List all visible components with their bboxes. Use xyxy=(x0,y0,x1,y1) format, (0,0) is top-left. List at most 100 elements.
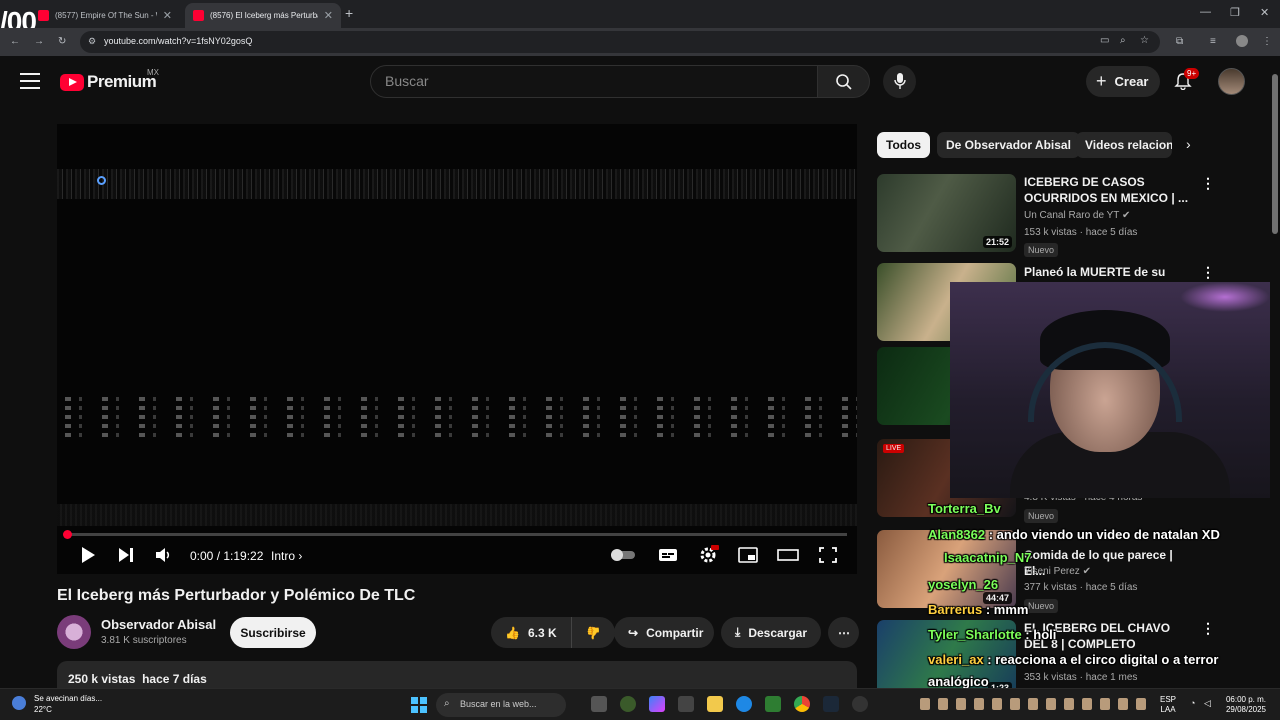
rec-title[interactable]: Planeó la MUERTE de su xyxy=(1024,264,1194,280)
chat-text: holi xyxy=(1033,627,1057,642)
media-icon[interactable]: ≡ xyxy=(1210,36,1216,47)
close-window-icon[interactable]: ✕ xyxy=(1260,6,1269,19)
close-tab-icon[interactable]: ✕ xyxy=(324,9,333,22)
like-button[interactable]: 👍 6.3 K xyxy=(491,617,571,648)
tray-app-icon[interactable] xyxy=(920,698,930,710)
next-icon[interactable] xyxy=(115,545,137,565)
rec-channel[interactable]: Un Canal Raro de YT ✔ xyxy=(1024,210,1130,221)
site-info-icon[interactable]: ⚙ xyxy=(88,36,96,47)
scrollbar-thumb[interactable] xyxy=(1272,74,1278,234)
tray-app-icon[interactable] xyxy=(938,698,948,710)
chrome-icon[interactable] xyxy=(794,696,810,712)
chrome-menu-icon[interactable]: ⋮ xyxy=(1262,36,1272,47)
tray-app-icon[interactable] xyxy=(1136,698,1146,710)
chevron-right-icon[interactable]: › xyxy=(1186,136,1191,152)
volume-icon[interactable] xyxy=(153,545,175,565)
voice-search-button[interactable] xyxy=(883,65,916,98)
tray-app-icon[interactable] xyxy=(1082,698,1092,710)
progress-bar[interactable] xyxy=(67,533,847,536)
close-tab-icon[interactable]: ✕ xyxy=(163,9,172,22)
miniplayer-icon[interactable] xyxy=(737,545,759,565)
more-actions-button[interactable]: ⋯ xyxy=(828,617,859,648)
new-tab-button[interactable]: + xyxy=(345,5,353,21)
logo-text[interactable]: Premium xyxy=(87,72,157,92)
fullscreen-icon[interactable] xyxy=(817,545,839,565)
chapter-button[interactable]: Intro › xyxy=(271,549,302,563)
subscribe-button[interactable]: Suscribirse xyxy=(230,617,316,648)
chip-todos[interactable]: Todos xyxy=(877,132,931,158)
tray-app-icon[interactable] xyxy=(956,698,966,710)
windows-start-icon[interactable] xyxy=(411,697,427,713)
tray-app-icon[interactable] xyxy=(1046,698,1056,710)
player-controls: 0:00 / 1:19:22 Intro › xyxy=(57,540,857,572)
task-view-icon[interactable] xyxy=(591,696,607,712)
cast-icon[interactable]: ▭ xyxy=(1100,35,1109,46)
channel-name[interactable]: Observador Abisal xyxy=(101,617,216,632)
clock[interactable]: 06:00 p. m. 29/08/2025 xyxy=(1222,695,1266,715)
weather-icon[interactable] xyxy=(12,696,26,710)
more-vertical-icon[interactable]: ⋮ xyxy=(1201,264,1215,281)
user-avatar[interactable] xyxy=(1218,68,1245,95)
forward-icon[interactable]: → xyxy=(34,36,44,47)
weather-widget[interactable]: Se avecinan días... 22°C xyxy=(34,693,102,715)
settings-gear-icon[interactable] xyxy=(697,545,719,565)
reload-icon[interactable]: ↻ xyxy=(58,36,66,47)
download-button[interactable]: ⤓ Descargar xyxy=(721,617,821,648)
copilot-icon[interactable] xyxy=(649,696,665,712)
tray-app-icon[interactable] xyxy=(1064,698,1074,710)
share-icon: ↪ xyxy=(628,625,639,640)
share-button[interactable]: ↪ Compartir xyxy=(614,617,714,648)
search-box[interactable] xyxy=(370,65,818,98)
youtube-logo-icon[interactable] xyxy=(60,74,84,91)
file-explorer-icon[interactable] xyxy=(707,696,723,712)
zoom-icon[interactable]: ⌕ xyxy=(1120,35,1126,46)
store-icon[interactable] xyxy=(678,696,694,712)
browser-tab[interactable]: (8577) Empire Of The Sun - We ✕ xyxy=(30,3,180,28)
tray-app-icon[interactable] xyxy=(1100,698,1110,710)
channel-avatar[interactable] xyxy=(57,615,91,649)
tray-app-icon[interactable] xyxy=(992,698,1002,710)
extensions-icon[interactable]: ⧉ xyxy=(1176,36,1183,47)
tray-app-icon[interactable] xyxy=(974,698,984,710)
chip-from-channel[interactable]: De Observador Abisal xyxy=(937,132,1080,158)
tray-app-icon[interactable] xyxy=(1118,698,1128,710)
subtitles-icon[interactable] xyxy=(657,545,679,565)
hamburger-menu-icon[interactable] xyxy=(20,73,40,89)
play-icon[interactable] xyxy=(77,545,99,565)
steam-icon[interactable] xyxy=(823,696,839,712)
maximize-icon[interactable]: ❐ xyxy=(1230,6,1240,19)
excel-icon[interactable] xyxy=(765,696,781,712)
tray-app-icon[interactable] xyxy=(1010,698,1020,710)
autoplay-toggle-icon[interactable] xyxy=(609,545,637,565)
search-input[interactable] xyxy=(385,73,785,89)
rec-title[interactable]: ICEBERG DE CASOS OCURRIDOS EN MEXICO | .… xyxy=(1024,174,1194,206)
browser-tab-active[interactable]: (8576) El Iceberg más Perturbador ✕ xyxy=(185,3,341,28)
chip-related[interactable]: Videos relacionados xyxy=(1076,132,1172,158)
search-button[interactable] xyxy=(817,65,870,98)
wifi-icon[interactable]: ◔ xyxy=(1190,698,1195,708)
minimize-icon[interactable]: — xyxy=(1200,6,1211,18)
profile-icon[interactable] xyxy=(1236,35,1248,47)
back-icon[interactable]: ← xyxy=(10,36,20,47)
edge-icon[interactable] xyxy=(736,696,752,712)
taskbar-search[interactable]: ⌕ Buscar en la web... xyxy=(436,693,566,717)
app-icon[interactable] xyxy=(620,696,636,712)
page-scrollbar[interactable] xyxy=(1270,56,1280,688)
rec-thumbnail[interactable]: 21:52 xyxy=(877,174,1016,252)
more-vertical-icon[interactable]: ⋮ xyxy=(1201,620,1215,637)
bookmark-icon[interactable]: ☆ xyxy=(1140,35,1149,46)
youtube-icon xyxy=(193,10,204,21)
create-button[interactable]: + Crear xyxy=(1086,66,1160,97)
tray-app-icon[interactable] xyxy=(1028,698,1038,710)
progress-scrubber[interactable] xyxy=(63,530,72,539)
more-vertical-icon[interactable]: ⋮ xyxy=(1201,175,1215,192)
app-icon[interactable] xyxy=(852,696,868,712)
video-player[interactable]: 0:00 / 1:19:22 Intro › xyxy=(57,124,857,574)
address-bar[interactable]: ⚙ youtube.com/watch?v=1fsNY02gosQ ▭ ⌕ ☆ xyxy=(80,31,1160,53)
speaker-icon[interactable]: ◁ xyxy=(1204,698,1211,709)
rec-channel-name: Yiseni Perez xyxy=(1024,566,1080,577)
theater-mode-icon[interactable] xyxy=(777,545,799,565)
language-indicator[interactable]: ESP LAA xyxy=(1160,695,1176,715)
rec-channel[interactable]: Yiseni Perez ✔ xyxy=(1024,566,1091,577)
dislike-button[interactable]: 👍 xyxy=(571,617,615,648)
